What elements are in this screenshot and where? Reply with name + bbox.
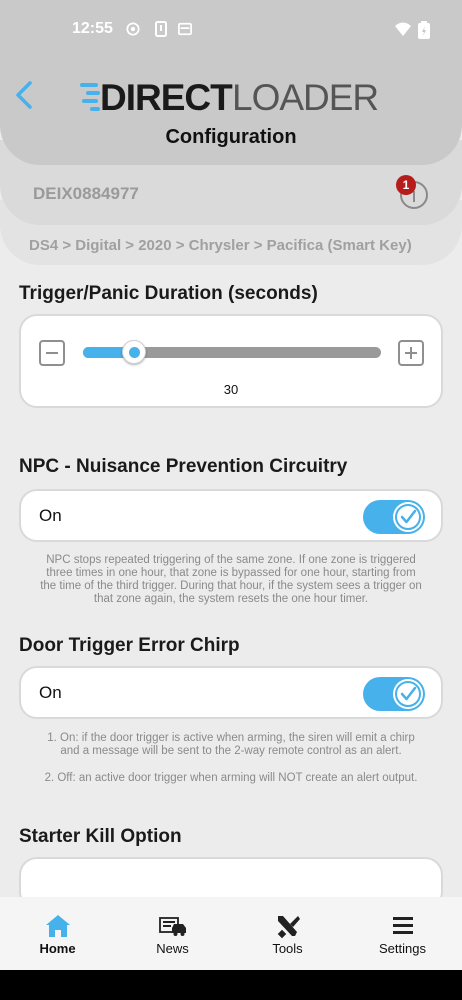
wifi-icon bbox=[395, 22, 411, 36]
chevron-left-icon bbox=[16, 81, 32, 109]
status-bar: 12:55 bbox=[0, 0, 462, 60]
breadcrumb: DS4 > Digital > 2020 > Chrysler > Pacifi… bbox=[29, 237, 412, 254]
nav-settings-label: Settings bbox=[379, 941, 426, 956]
nav-news-label: News bbox=[156, 941, 189, 956]
slider-thumb[interactable] bbox=[122, 340, 146, 364]
starter-kill-title: Starter Kill Option bbox=[19, 826, 182, 847]
checkmark-icon bbox=[395, 681, 421, 707]
door-chirp-toggle[interactable] bbox=[363, 677, 425, 711]
npc-card: On bbox=[19, 489, 443, 542]
checkmark-icon bbox=[395, 504, 421, 530]
increase-button[interactable] bbox=[398, 340, 424, 366]
door-chirp-title: Door Trigger Error Chirp bbox=[19, 635, 240, 656]
nav-tools[interactable]: Tools bbox=[230, 897, 345, 970]
page-title: Configuration bbox=[165, 126, 297, 148]
door-chirp-note-1: 1. On: if the door trigger is active whe… bbox=[47, 732, 415, 757]
info-icon bbox=[413, 191, 415, 202]
app-notification-icon bbox=[126, 22, 140, 36]
bottom-navigation: Home News Tools Settings bbox=[0, 897, 462, 970]
trigger-duration-card: 30 bbox=[19, 314, 443, 408]
toggle-knob bbox=[393, 679, 423, 709]
calendar-icon bbox=[178, 22, 192, 36]
settings-list[interactable]: Trigger/Panic Duration (seconds) 30 NPC … bbox=[0, 265, 462, 910]
device-id: DEIX0884977 bbox=[33, 184, 139, 203]
back-button[interactable] bbox=[10, 78, 40, 112]
npc-toggle[interactable] bbox=[363, 500, 425, 534]
svg-text:LOADER: LOADER bbox=[232, 77, 378, 116]
nav-home-label: Home bbox=[39, 941, 76, 956]
npc-note: NPC stops repeated triggering of the sam… bbox=[40, 554, 422, 605]
home-icon bbox=[46, 915, 70, 937]
nav-news[interactable]: News bbox=[115, 897, 230, 970]
svg-text:DIRECT: DIRECT bbox=[100, 77, 233, 116]
nav-tools-label: Tools bbox=[272, 941, 303, 956]
nav-home[interactable]: Home bbox=[0, 897, 115, 970]
logo-speed-lines-icon bbox=[80, 83, 100, 111]
door-chirp-toggle-label: On bbox=[39, 683, 62, 702]
battery-icon bbox=[418, 21, 430, 39]
system-gesture-bar bbox=[0, 970, 462, 1000]
status-time: 12:55 bbox=[72, 20, 113, 37]
door-chirp-card: On bbox=[19, 666, 443, 719]
nav-settings[interactable]: Settings bbox=[345, 897, 460, 970]
configuration-screen: DIRECT LOADER Configuration 12:55 DEIX08… bbox=[0, 0, 462, 1000]
decrease-button[interactable] bbox=[39, 340, 65, 366]
door-chirp-note-2: 2. Off: an active door trigger when armi… bbox=[44, 772, 418, 784]
notification-badge: 1 bbox=[396, 175, 416, 195]
download-icon bbox=[155, 21, 167, 37]
news-icon bbox=[159, 917, 186, 936]
toggle-knob bbox=[393, 502, 423, 532]
npc-title: NPC - Nuisance Prevention Circuitry bbox=[19, 456, 348, 477]
npc-toggle-label: On bbox=[39, 506, 62, 525]
trigger-duration-title: Trigger/Panic Duration (seconds) bbox=[19, 283, 318, 304]
duration-slider[interactable] bbox=[83, 340, 381, 364]
directloader-logo: DIRECT LOADER bbox=[80, 76, 390, 118]
menu-icon bbox=[393, 917, 413, 934]
duration-value: 30 bbox=[223, 382, 239, 397]
tools-icon bbox=[277, 916, 300, 939]
